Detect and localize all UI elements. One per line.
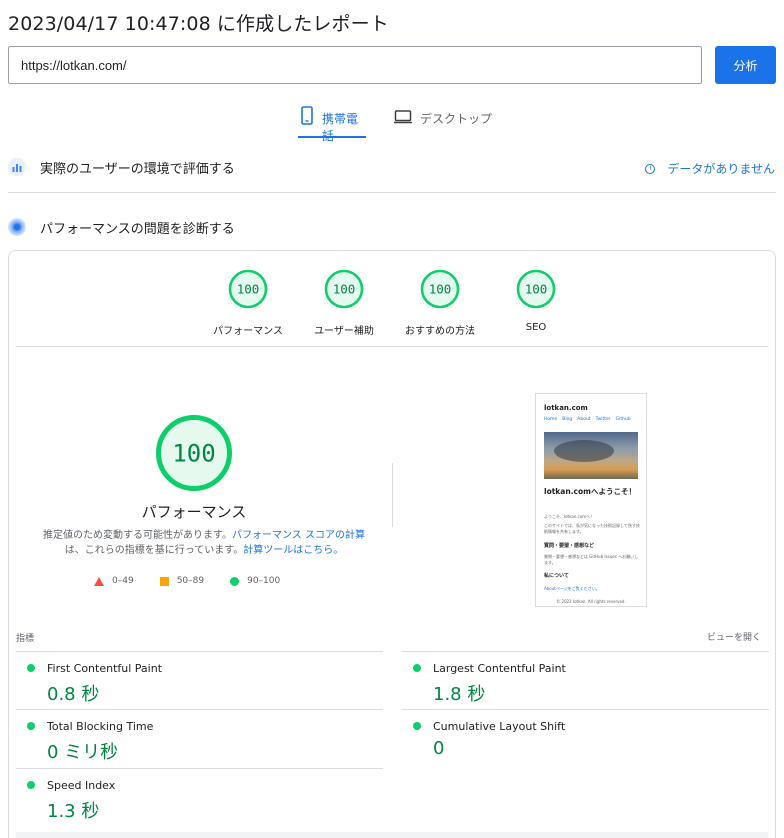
performance-gauge: 100 xyxy=(156,415,232,491)
no-data-notice: i データがありません xyxy=(645,160,775,177)
metric-value: 0.8 秒 xyxy=(47,684,100,705)
metrics-label: 指標 xyxy=(16,634,35,644)
status-dot xyxy=(413,664,421,672)
metric-lcp: Largest Contentful Paint 1.8 秒 xyxy=(402,651,769,709)
no-data-label: データがありません xyxy=(667,162,775,176)
preview-about-heading: 私について xyxy=(544,573,569,579)
metric-si: Speed Index 1.3 秒 xyxy=(16,768,383,830)
preview-hero-image xyxy=(544,432,638,479)
preview-contact-body: 質問・要望・感想などは GitHub Issues へお願いします。 xyxy=(544,554,639,565)
gauge-ring: 100 xyxy=(228,269,268,309)
gauge-seo[interactable]: 100 SEO xyxy=(488,269,584,333)
metric-value: 1.8 秒 xyxy=(433,684,486,705)
metric-name: Cumulative Layout Shift xyxy=(433,720,566,733)
metric-value: 1.3 秒 xyxy=(47,801,100,822)
performance-score: 100 xyxy=(172,440,215,468)
calculator-link[interactable]: 計算ツールはこちら。 xyxy=(243,545,343,556)
preview-nav-item: Twitter xyxy=(595,417,611,422)
preview-nav-item: About xyxy=(577,417,591,422)
gauge-score: 100 xyxy=(525,282,548,297)
bottom-bar xyxy=(16,832,768,838)
metric-name: First Contentful Paint xyxy=(47,662,163,675)
performance-label: パフォーマンス xyxy=(141,503,247,521)
status-dot xyxy=(413,722,421,730)
users-icon xyxy=(8,158,26,176)
gauges-divider xyxy=(16,346,768,347)
preview-site-name: lotkan.com xyxy=(544,404,588,412)
legend-range: 0–49 xyxy=(112,576,134,586)
status-dot xyxy=(27,664,35,672)
metric-value: 0 xyxy=(433,738,445,759)
lab-data-header[interactable]: パフォーマンスの問題を診断する xyxy=(8,216,776,238)
triangle-icon xyxy=(94,576,104,586)
score-calc-link[interactable]: パフォーマンス スコアの計算 xyxy=(232,530,365,541)
final-screenshot: lotkan.com Home Blog About Twitter Githu… xyxy=(535,393,647,607)
field-divider xyxy=(8,192,776,193)
performance-description: 推定値のため変動する可能性があります。パフォーマンス スコアの計算 は、これらの… xyxy=(29,528,379,558)
metric-name: Total Blocking Time xyxy=(47,720,154,733)
expand-view-toggle[interactable]: ビューを開く xyxy=(707,630,761,643)
gauge-score: 100 xyxy=(333,282,356,297)
field-data-title: 実際のユーザーの環境で評価する xyxy=(40,161,235,177)
url-input[interactable] xyxy=(8,46,702,84)
legend-item-average: 50–89 xyxy=(159,576,205,586)
gauge-score: 100 xyxy=(237,282,260,297)
preview-nav-item: Github xyxy=(615,417,631,422)
metric-value: 0 ミリ秒 xyxy=(47,742,119,763)
gauge-ring: 100 xyxy=(516,269,556,309)
tab-desktop-label: デスクトップ xyxy=(420,112,493,126)
tab-mobile-label: 携帯電話 xyxy=(322,112,359,143)
category-gauges: 100 パフォーマンス 100 ユーザー補助 100 おすすめの方法 100 S… xyxy=(9,269,775,339)
gauge-ring: 100 xyxy=(324,269,364,309)
desc-text: 推定値のため変動する可能性があります。 xyxy=(43,530,232,541)
status-dot xyxy=(27,722,35,730)
preview-intro: ようこそ、lotkan.comへ！ xyxy=(544,514,595,519)
preview-contact-heading: 質問・要望・感想など xyxy=(544,543,595,549)
gauge-label: ユーザー補助 xyxy=(314,326,374,337)
preview-body: このサイトでは、私が気になった技術記録して残す技術情報を共有します。 xyxy=(544,523,640,534)
score-legend: 0–49 50–89 90–100 xyxy=(94,576,306,586)
phone-icon xyxy=(300,106,314,129)
tab-desktop[interactable]: デスクトップ xyxy=(394,106,492,138)
status-dot xyxy=(27,781,35,789)
gauge-score: 100 xyxy=(429,282,452,297)
preview-nav-item: Blog xyxy=(562,417,573,422)
metric-name: Speed Index xyxy=(47,779,116,792)
report-card: 100 パフォーマンス 100 ユーザー補助 100 おすすめの方法 100 S… xyxy=(8,250,776,838)
metric-fcp: First Contentful Paint 0.8 秒 xyxy=(16,651,383,709)
legend-range: 50–89 xyxy=(176,576,205,586)
tab-mobile[interactable]: 携帯電話 xyxy=(298,106,366,143)
gauge-performance[interactable]: 100 パフォーマンス xyxy=(200,269,296,337)
gauge-label: SEO xyxy=(525,322,547,333)
legend-item-pass: 90–100 xyxy=(230,576,280,586)
square-icon xyxy=(159,576,169,586)
report-title: 2023/04/17 10:47:08 に作成したレポート xyxy=(8,13,389,35)
desktop-icon xyxy=(394,106,412,129)
preview-footer: © 2022 lotkan. All rights reserved. xyxy=(556,599,626,604)
vertical-divider xyxy=(392,463,393,527)
gauge-accessibility[interactable]: 100 ユーザー補助 xyxy=(296,269,392,337)
gauge-best-practices[interactable]: 100 おすすめの方法 xyxy=(392,269,488,337)
preview-nav: Home Blog About Twitter Github xyxy=(544,417,631,422)
gauge-label: パフォーマンス xyxy=(213,326,283,337)
metric-tbt: Total Blocking Time 0 ミリ秒 xyxy=(16,709,383,768)
legend-range: 90–100 xyxy=(247,576,281,586)
gauge-label: おすすめの方法 xyxy=(405,326,475,337)
preview-about-link: Aboutページをご覧ください。 xyxy=(544,586,600,591)
lab-data-title: パフォーマンスの問題を診断する xyxy=(40,221,235,237)
diagnose-icon xyxy=(8,218,26,236)
preview-nav-item: Home xyxy=(544,417,558,422)
legend-item-fail: 0–49 xyxy=(94,576,134,586)
preview-welcome: lotkan.comへようこそ！ xyxy=(544,487,636,496)
metric-cls: Cumulative Layout Shift 0 xyxy=(402,709,769,768)
metric-name: Largest Contentful Paint xyxy=(433,662,566,675)
circle-icon xyxy=(230,576,240,586)
info-icon: i xyxy=(645,163,656,174)
desc-text: は、これらの指標を基に行っています。 xyxy=(64,545,244,556)
analyze-button[interactable]: 分析 xyxy=(715,46,776,84)
gauge-ring: 100 xyxy=(420,269,460,309)
